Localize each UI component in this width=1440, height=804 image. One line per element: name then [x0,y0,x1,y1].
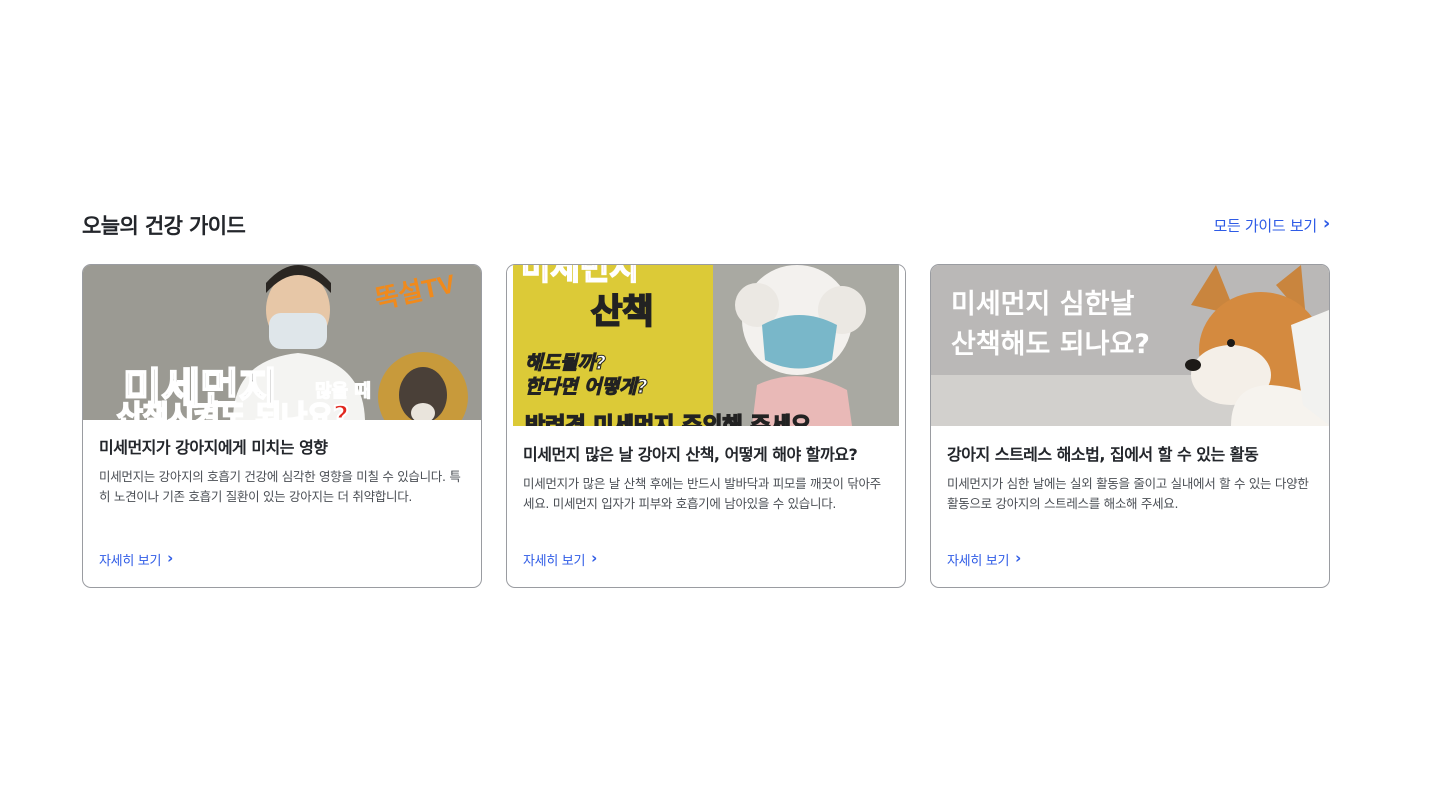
chevron-right-icon: › [1015,549,1022,567]
thumb-text-question: 산책시켜도 되나요? [117,399,349,420]
card-body: 미세먼지 많은 날 강아지 산책, 어떻게 해야 할까요? 미세먼지가 많은 날… [507,443,905,514]
read-more-label: 자세히 보기 [523,554,586,569]
read-more-label: 자세히 보기 [99,554,162,569]
thumb-text-bottom: 반려견 미세먼지 주의해 주세요 [525,414,811,426]
card-description: 미세먼지는 강아지의 호흡기 건강에 심각한 영향을 미칠 수 있습니다. 특히… [99,469,461,504]
health-guide-section: 오늘의 건강 가이드 모든 가이드 보기 › 똑설TV 미세먼지 많을 때 산책… [82,206,1330,588]
chevron-right-icon: › [591,549,598,567]
card-body: 미세먼지가 강아지에게 미치는 영향 미세먼지는 강아지의 호흡기 건강에 심각… [83,436,481,507]
card-body: 강아지 스트레스 해소법, 집에서 할 수 있는 활동 미세먼지가 심한 날에는… [931,443,1329,514]
thumb-text-title: 미세먼지 [521,265,639,287]
card-title: 강아지 스트레스 해소법, 집에서 할 수 있는 활동 [947,445,1259,464]
guide-card[interactable]: 똑설TV 미세먼지 많을 때 산책시켜도 되나요? 미세먼지가 강아지에게 미치… [82,264,482,588]
card-title: 미세먼지가 강아지에게 미치는 영향 [99,438,328,457]
guide-card[interactable]: 미세먼지 심한날 산책해도 되나요? 강아지 스트레스 해소법, 집에서 할 수… [930,264,1330,588]
chevron-right-icon: › [1322,213,1330,234]
read-more-label: 자세히 보기 [947,554,1010,569]
card-description: 미세먼지가 심한 날에는 실외 활동을 줄이고 실내에서 할 수 있는 다양한 … [947,476,1309,511]
read-more-link[interactable]: 자세히 보기 › [947,549,1022,570]
thumb-text-line2: 산책해도 되나요? [951,329,1150,360]
all-guides-label: 모든 가이드 보기 [1213,216,1317,235]
guide-card[interactable]: 미세먼지 산책 해도될까? 한다면 어떻게? 반려견 미세먼지 주의해 주세요 … [506,264,906,588]
thumb-text-walk: 산책 [591,292,654,332]
section-title: 오늘의 건강 가이드 [82,214,246,238]
all-guides-link[interactable]: 모든 가이드 보기 › [1213,215,1330,236]
thumb-text-q2: 한다면 어떻게? [525,376,648,398]
card-thumbnail: 미세먼지 산책 해도될까? 한다면 어떻게? 반려견 미세먼지 주의해 주세요 [507,265,905,426]
read-more-link[interactable]: 자세히 보기 › [99,549,174,570]
read-more-link[interactable]: 자세히 보기 › [523,549,598,570]
card-thumbnail: 똑설TV 미세먼지 많을 때 산책시켜도 되나요? [83,265,481,420]
thumb-text-line1: 미세먼지 심한날 [951,289,1134,320]
guide-card-list: 똑설TV 미세먼지 많을 때 산책시켜도 되나요? 미세먼지가 강아지에게 미치… [82,264,1330,588]
card-thumbnail: 미세먼지 심한날 산책해도 되나요? [931,265,1329,426]
card-description: 미세먼지가 많은 날 산책 후에는 반드시 발바닥과 피모를 깨끗이 닦아주세요… [523,476,881,511]
chevron-right-icon: › [167,549,174,567]
card-title: 미세먼지 많은 날 강아지 산책, 어떻게 해야 할까요? [523,445,858,464]
section-header: 오늘의 건강 가이드 모든 가이드 보기 › [82,206,1330,244]
thumb-text-q1: 해도될까? [525,352,606,374]
